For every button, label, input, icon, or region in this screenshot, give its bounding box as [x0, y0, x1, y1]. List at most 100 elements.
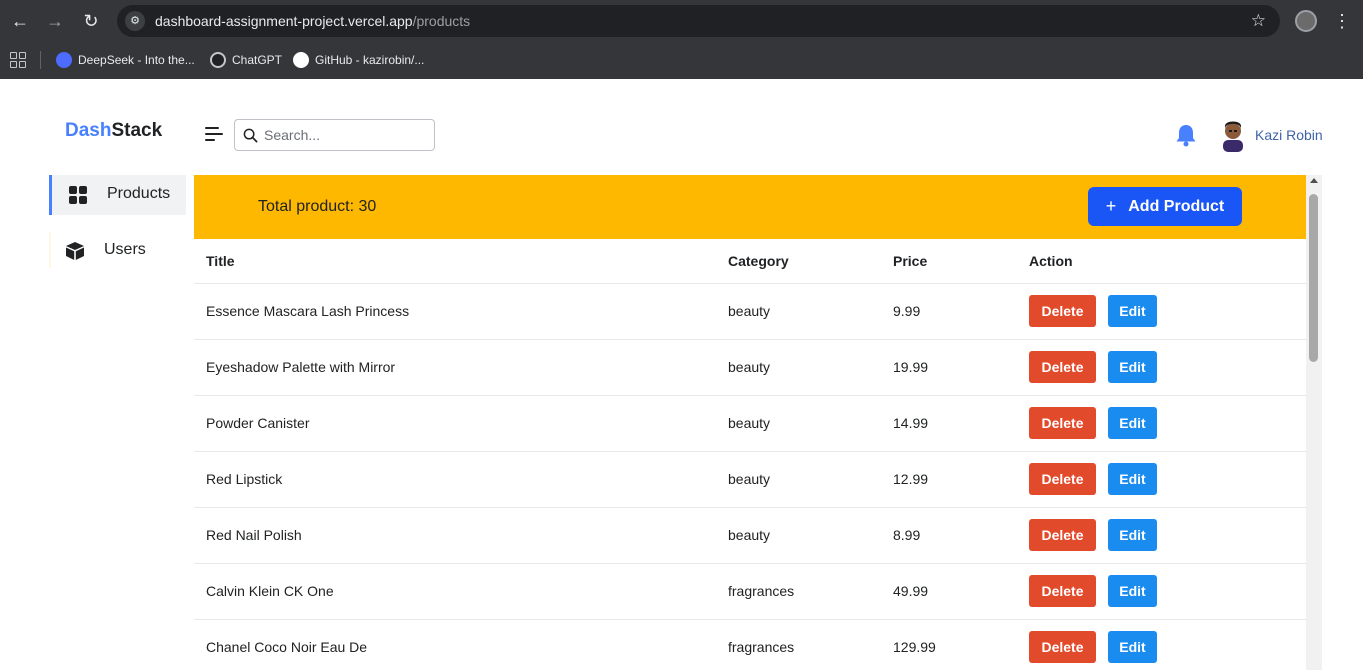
table-row: Red Lipstick beauty 12.99 Delete Edit	[194, 451, 1306, 508]
cube-icon	[66, 242, 84, 260]
product-price: 8.99	[893, 507, 1029, 564]
product-price: 9.99	[893, 283, 1029, 340]
product-price: 12.99	[893, 451, 1029, 508]
delete-button[interactable]: Delete	[1029, 463, 1096, 495]
product-title: Chanel Coco Noir Eau De	[194, 619, 728, 670]
delete-button[interactable]: Delete	[1029, 295, 1096, 327]
edit-button[interactable]: Edit	[1108, 463, 1157, 495]
product-price: 19.99	[893, 339, 1029, 396]
address-bar[interactable]: ⚙ dashboard-assignment-project.vercel.ap…	[117, 5, 1280, 37]
column-header-price: Price	[893, 239, 1029, 284]
add-product-label: Add Product	[1128, 197, 1225, 215]
chatgpt-icon	[210, 52, 226, 68]
sidebar-item-users[interactable]: Users	[49, 231, 186, 271]
product-category: beauty	[728, 451, 893, 508]
bookmarks-bar: DeepSeek - Into the... ChatGPT GitHub - …	[0, 42, 1363, 79]
notification-bell-icon[interactable]	[1175, 123, 1197, 147]
delete-button[interactable]: Delete	[1029, 631, 1096, 663]
product-price: 14.99	[893, 395, 1029, 452]
product-category: beauty	[728, 339, 893, 396]
bookmark-deepseek[interactable]: DeepSeek - Into the...	[56, 50, 195, 70]
url-text[interactable]: dashboard-assignment-project.vercel.app/…	[155, 13, 470, 29]
search-icon	[243, 128, 258, 143]
product-title: Calvin Klein CK One	[194, 563, 728, 620]
user-name[interactable]: Kazi Robin	[1255, 127, 1323, 143]
product-actions: Delete Edit	[1029, 563, 1306, 620]
edit-button[interactable]: Edit	[1108, 519, 1157, 551]
back-icon[interactable]: ←	[8, 9, 32, 33]
bookmark-chatgpt[interactable]: ChatGPT	[210, 50, 282, 70]
browser-menu-icon[interactable]: ⋮	[1333, 9, 1351, 33]
column-header-action: Action	[1029, 239, 1306, 284]
edit-button[interactable]: Edit	[1108, 631, 1157, 663]
add-product-button[interactable]: + Add Product	[1088, 187, 1242, 226]
search-box[interactable]	[234, 119, 435, 151]
product-category: beauty	[728, 283, 893, 340]
delete-button[interactable]: Delete	[1029, 407, 1096, 439]
bookmark-label: ChatGPT	[232, 53, 283, 67]
product-actions: Delete Edit	[1029, 619, 1306, 670]
product-title: Essence Mascara Lash Princess	[194, 283, 728, 340]
product-category: beauty	[728, 395, 893, 452]
product-actions: Delete Edit	[1029, 339, 1306, 396]
bookmark-label: GitHub - kazirobin/...	[315, 53, 425, 67]
product-price: 49.99	[893, 563, 1029, 620]
column-header-title: Title	[194, 239, 728, 284]
search-input[interactable]	[264, 126, 424, 144]
column-header-category: Category	[728, 239, 893, 284]
bookmark-star-icon[interactable]: ☆	[1251, 11, 1266, 31]
avatar[interactable]	[1220, 118, 1246, 152]
plus-icon: +	[1105, 196, 1117, 216]
delete-button[interactable]: Delete	[1029, 575, 1096, 607]
product-category: fragrances	[728, 563, 893, 620]
table-header-row: Title Category Price Action	[194, 239, 1306, 284]
site-info-icon[interactable]: ⚙	[125, 11, 145, 31]
edit-button[interactable]: Edit	[1108, 407, 1157, 439]
browser-chrome: ← → ↻ ⚙ dashboard-assignment-project.ver…	[0, 0, 1363, 79]
hamburger-menu-icon[interactable]	[205, 127, 223, 141]
product-actions: Delete Edit	[1029, 283, 1306, 340]
scroll-up-arrow-icon[interactable]	[1310, 178, 1318, 183]
browser-toolbar: ← → ↻ ⚙ dashboard-assignment-project.ver…	[0, 0, 1363, 42]
product-title: Powder Canister	[194, 395, 728, 452]
grid-icon	[69, 186, 87, 204]
dashboard-app: DashStack Products Users Search... Kazi …	[0, 79, 1363, 670]
forward-icon[interactable]: →	[43, 9, 67, 33]
product-price: 129.99	[893, 619, 1029, 670]
product-title: Red Lipstick	[194, 451, 728, 508]
edit-button[interactable]: Edit	[1108, 295, 1157, 327]
scrollbar-thumb[interactable]	[1309, 194, 1318, 362]
products-panel: Total product: 30 + Add Product Title Ca…	[194, 175, 1306, 670]
products-table: Title Category Price Action Essence Masc…	[194, 239, 1306, 670]
table-row: Essence Mascara Lash Princess beauty 9.9…	[194, 283, 1306, 340]
delete-button[interactable]: Delete	[1029, 519, 1096, 551]
delete-button[interactable]: Delete	[1029, 351, 1096, 383]
table-row: Powder Canister beauty 14.99 Delete Edit	[194, 395, 1306, 452]
table-row: Eyeshadow Palette with Mirror beauty 19.…	[194, 339, 1306, 396]
product-actions: Delete Edit	[1029, 395, 1306, 452]
app-logo[interactable]: DashStack	[65, 120, 162, 142]
table-row: Calvin Klein CK One fragrances 49.99 Del…	[194, 563, 1306, 620]
reload-icon[interactable]: ↻	[79, 9, 103, 33]
product-title: Eyeshadow Palette with Mirror	[194, 339, 728, 396]
github-icon	[293, 52, 309, 68]
products-banner: Total product: 30 + Add Product	[194, 175, 1306, 239]
product-actions: Delete Edit	[1029, 507, 1306, 564]
apps-grid-icon[interactable]	[10, 52, 26, 68]
table-row: Red Nail Polish beauty 8.99 Delete Edit	[194, 507, 1306, 564]
edit-button[interactable]: Edit	[1108, 351, 1157, 383]
bookmarks-divider	[40, 51, 41, 69]
sidebar-item-label: Users	[104, 241, 146, 258]
edit-button[interactable]: Edit	[1108, 575, 1157, 607]
content-scrollbar[interactable]	[1306, 175, 1322, 670]
table-row: Chanel Coco Noir Eau De fragrances 129.9…	[194, 619, 1306, 670]
browser-profile-icon[interactable]	[1295, 10, 1317, 32]
bookmark-github[interactable]: GitHub - kazirobin/...	[293, 50, 424, 70]
bookmark-label: DeepSeek - Into the...	[78, 53, 195, 67]
product-category: fragrances	[728, 619, 893, 670]
deepseek-icon	[56, 52, 72, 68]
product-title: Red Nail Polish	[194, 507, 728, 564]
sidebar-item-label: Products	[107, 185, 171, 202]
total-products: Total product: 30	[258, 198, 377, 215]
sidebar-item-products[interactable]: Products	[49, 175, 186, 215]
